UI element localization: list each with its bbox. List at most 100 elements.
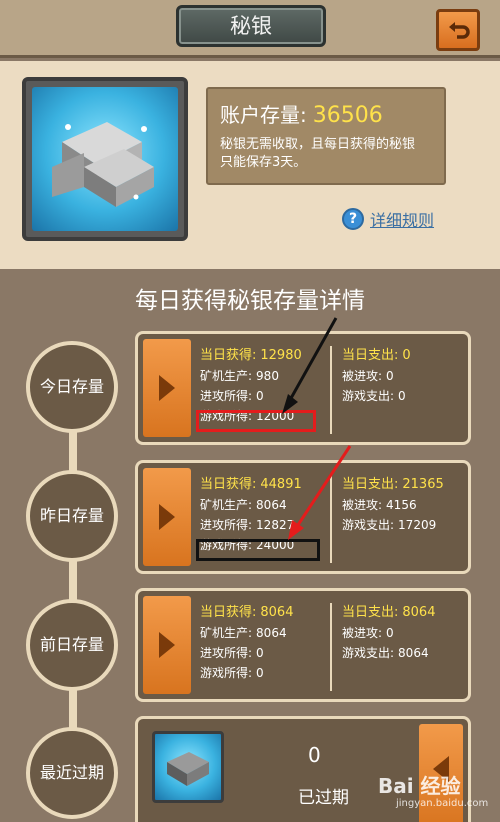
attacked-row: 被进攻: 0	[342, 623, 435, 643]
gain-value: 44891	[260, 477, 302, 492]
gain-value: 12980	[260, 348, 302, 363]
mine-value: 8064	[256, 498, 287, 512]
highlight-box-black	[196, 539, 320, 561]
mine-row: 矿机生产: 8064	[200, 623, 293, 643]
spend-row: 当日支出: 8064	[342, 603, 435, 623]
gain-row: 当日获得: 12980	[200, 346, 302, 366]
attacked-row: 被进攻: 0	[342, 366, 411, 386]
account-info-box: 账户存量: 36506 秘银无需收取，且每日获得的秘银 只能保存3天。	[206, 87, 446, 185]
silver-ingot-icon	[32, 87, 178, 231]
expense-column: 当日支出: 8064 被进攻: 0 游戏支出: 8064	[342, 603, 435, 663]
column-divider	[330, 603, 332, 691]
account-description: 秘银无需收取，且每日获得的秘银 只能保存3天。	[220, 136, 432, 172]
day-circle-today: 今日存量	[26, 341, 118, 433]
mine-label: 矿机生产:	[200, 369, 253, 383]
day-circle-day-before: 前日存量	[26, 599, 118, 691]
account-label: 账户存量:	[220, 103, 307, 127]
expense-column: 当日支出: 0 被进攻: 0 游戏支出: 0	[342, 346, 411, 406]
expired-status: 已过期	[298, 788, 349, 808]
account-desc-line2: 只能保存3天。	[220, 155, 307, 170]
attack-gain-label: 进攻所得:	[200, 389, 253, 403]
back-button[interactable]	[436, 9, 480, 51]
help-icon: ?	[342, 208, 364, 230]
attack-gain-label: 进攻所得:	[200, 518, 253, 532]
watermark-brand: Bai 经验	[378, 774, 461, 798]
game-gain-row: 游戏所得: 0	[200, 663, 293, 683]
attack-gain-row: 进攻所得: 0	[200, 643, 293, 663]
rules-link-label: 详细规则	[370, 211, 435, 230]
game-spend-row: 游戏支出: 17209	[342, 515, 444, 535]
income-column: 当日获得: 8064 矿机生产: 8064 进攻所得: 0 游戏所得: 0	[200, 603, 293, 683]
day-card-today: 当日获得: 12980 矿机生产: 980 进攻所得: 0 游戏所得: 12000 当日…	[135, 331, 471, 445]
game-spend-label: 游戏支出:	[342, 646, 395, 660]
silver-ingot-icon	[152, 731, 224, 803]
mine-row: 矿机生产: 8064	[200, 495, 302, 515]
column-divider	[330, 346, 332, 434]
game-spend-label: 游戏支出:	[342, 389, 395, 403]
highlight-box-red	[196, 410, 316, 432]
game-spend-value: 8064	[398, 646, 429, 660]
rules-link[interactable]: ? 详细规则	[342, 207, 434, 231]
gain-value: 8064	[260, 605, 294, 620]
attacked-label: 被进攻:	[342, 369, 383, 383]
expense-column: 当日支出: 21365 被进攻: 4156 游戏支出: 17209	[342, 475, 444, 535]
spend-row: 当日支出: 0	[342, 346, 411, 366]
page-title: 秘银	[176, 5, 326, 47]
account-value: 36506	[312, 103, 383, 128]
attacked-label: 被进攻:	[342, 498, 383, 512]
attack-gain-row: 进攻所得: 12827	[200, 515, 302, 535]
mine-value: 980	[256, 369, 279, 383]
spend-row: 当日支出: 21365	[342, 475, 444, 495]
day-circle-expired: 最近过期	[26, 727, 118, 819]
silver-image-frame	[22, 77, 188, 241]
mine-label: 矿机生产:	[200, 626, 253, 640]
watermark-url: jingyan.baidu.com	[396, 798, 489, 809]
attack-gain-label: 进攻所得:	[200, 646, 253, 660]
play-arrow-icon	[159, 375, 175, 401]
game-spend-row: 游戏支出: 0	[342, 386, 411, 406]
mine-label: 矿机生产:	[200, 498, 253, 512]
mine-value: 8064	[256, 626, 287, 640]
day-card-yesterday: 当日获得: 44891 矿机生产: 8064 进攻所得: 12827 游戏所得: 240…	[135, 460, 471, 574]
attacked-value: 4156	[386, 498, 417, 512]
attack-gain-row: 进攻所得: 0	[200, 386, 302, 406]
play-arrow-icon	[159, 632, 175, 658]
play-arrow-icon	[159, 504, 175, 530]
column-divider	[330, 475, 332, 563]
gain-row: 当日获得: 44891	[200, 475, 302, 495]
back-arrow-icon	[449, 22, 470, 39]
day-circle-yesterday: 昨日存量	[26, 470, 118, 562]
expand-button[interactable]	[143, 468, 191, 566]
account-panel: 账户存量: 36506 秘银无需收取，且每日获得的秘银 只能保存3天。 ? 详细规…	[0, 61, 500, 269]
attack-gain-value: 0	[256, 646, 264, 660]
spend-value: 21365	[402, 477, 444, 492]
mine-row: 矿机生产: 980	[200, 366, 302, 386]
game-spend-row: 游戏支出: 8064	[342, 643, 435, 663]
attacked-row: 被进攻: 4156	[342, 495, 444, 515]
spend-value: 8064	[402, 605, 436, 620]
gain-label: 当日获得:	[200, 477, 257, 492]
attacked-label: 被进攻:	[342, 626, 383, 640]
gain-label: 当日获得:	[200, 348, 257, 363]
gain-label: 当日获得:	[200, 605, 257, 620]
expand-button[interactable]	[143, 339, 191, 437]
account-balance: 账户存量: 36506	[220, 99, 432, 128]
account-desc-line1: 秘银无需收取，且每日获得的秘银	[220, 137, 416, 152]
attack-gain-value: 12827	[256, 518, 295, 532]
gain-row: 当日获得: 8064	[200, 603, 293, 623]
spend-label: 当日支出:	[342, 477, 399, 492]
header-bar: 秘银	[0, 0, 500, 58]
attacked-value: 0	[386, 369, 394, 383]
section-title: 每日获得秘银存量详情	[135, 288, 365, 314]
attack-gain-value: 0	[256, 389, 264, 403]
spend-label: 当日支出:	[342, 348, 399, 363]
game-spend-label: 游戏支出:	[342, 518, 395, 532]
game-gain-label: 游戏所得:	[200, 666, 253, 680]
spend-label: 当日支出:	[342, 605, 399, 620]
expired-count: 0	[308, 743, 321, 767]
day-card-day-before: 当日获得: 8064 矿机生产: 8064 进攻所得: 0 游戏所得: 0 当日支出: 8…	[135, 588, 471, 702]
expand-button[interactable]	[143, 596, 191, 694]
game-spend-value: 0	[398, 389, 406, 403]
attacked-value: 0	[386, 626, 394, 640]
game-gain-value: 0	[256, 666, 264, 680]
